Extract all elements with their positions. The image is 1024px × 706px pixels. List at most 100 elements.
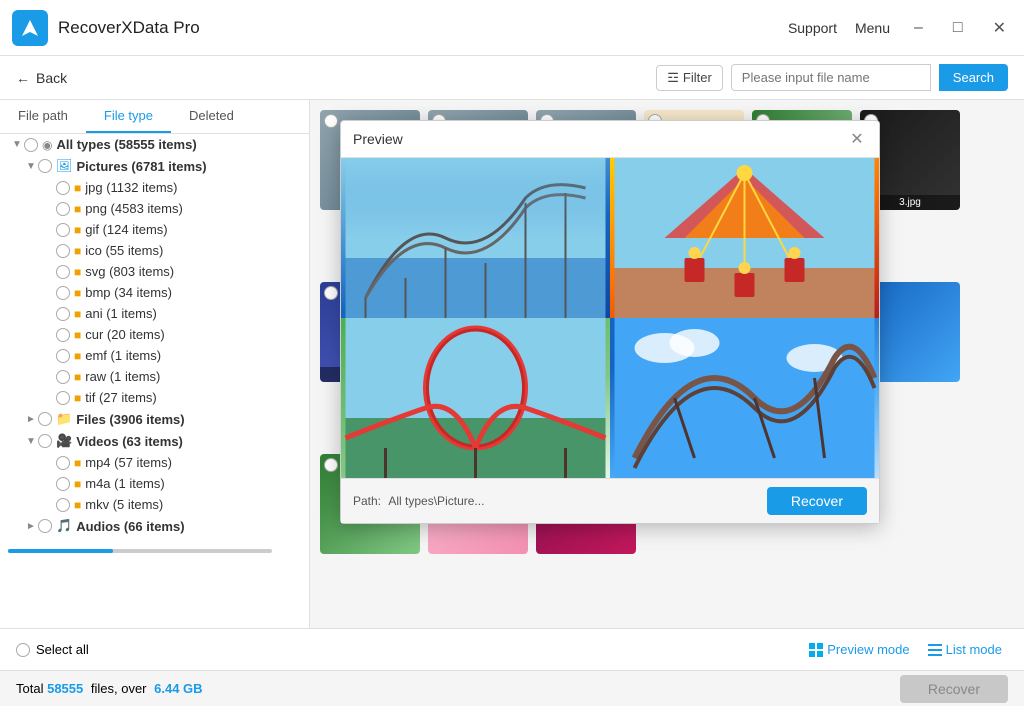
ico-icon: ■ [74,244,81,258]
titlebar-right: Support Menu – □ ✕ [788,16,1012,40]
tree-row-gif[interactable]: ■ gif (124 items) [0,219,309,240]
titlebar: RecoverXData Pro Support Menu – □ ✕ [0,0,1024,56]
tab-file-path[interactable]: File path [0,100,86,133]
preview-image-2[interactable] [610,158,879,318]
status-bar: Total 58555 files, over 6.44 GB Recover [0,670,1024,706]
preview-close-button[interactable]: ✕ [847,129,867,149]
toolbar: ← Back ☲ Filter Search [0,56,1024,100]
tree-toggle-root[interactable]: ▼ [10,139,24,150]
maximize-button[interactable]: □ [947,17,969,39]
support-link[interactable]: Support [788,20,837,36]
tree-radio-jpg[interactable] [56,181,70,195]
tree-radio-tif[interactable] [56,391,70,405]
tree-radio-bmp[interactable] [56,286,70,300]
thumb-checkbox[interactable] [324,458,338,472]
tree-label-m4a: m4a (1 items) [85,476,164,491]
tree-radio-ani[interactable] [56,307,70,321]
tree-radio-mp4[interactable] [56,456,70,470]
tree-row-emf[interactable]: ■ emf (1 items) [0,345,309,366]
filter-label: Filter [683,70,712,85]
list-mode-button[interactable]: List mode [922,639,1008,660]
search-input[interactable] [731,64,931,91]
select-all-radio[interactable] [16,643,30,657]
thumb-checkbox[interactable] [324,286,338,300]
tree-radio-audios[interactable] [38,519,52,533]
bottom-bar: Select all Preview mode List mode [0,628,1024,670]
tree-row-all-types[interactable]: ▼ ◉ All types (58555 items) [0,134,309,155]
tree-radio-cur[interactable] [56,328,70,342]
tab-file-type[interactable]: File type [86,100,171,133]
back-button[interactable]: ← Back [16,70,67,86]
tree-label-jpg: jpg (1132 items) [85,180,177,195]
tab-deleted[interactable]: Deleted [171,100,252,133]
tree-toggle-videos[interactable]: ▼ [24,436,38,447]
tree-row-tif[interactable]: ■ tif (27 items) [0,387,309,408]
search-button[interactable]: Search [939,64,1008,91]
tree-label-all-types: All types (58555 items) [56,137,196,152]
tree-radio-videos[interactable] [38,434,52,448]
close-button[interactable]: ✕ [987,16,1012,40]
files-icon: 📁 [56,411,72,427]
tif-icon: ■ [74,391,81,405]
tree-radio-root[interactable] [24,138,38,152]
tree-toggle-files[interactable]: ► [24,414,38,425]
view-modes: Preview mode List mode [803,639,1008,660]
tree-row-ico[interactable]: ■ ico (55 items) [0,240,309,261]
tree-row-mkv[interactable]: ■ mkv (5 items) [0,494,309,515]
status-size: 6.44 GB [154,681,202,696]
tree-row-files[interactable]: ► 📁 Files (3906 items) [0,408,309,430]
gif-icon: ■ [74,223,81,237]
thumb-checkbox[interactable] [324,114,338,128]
select-all-label: Select all [36,642,89,657]
tree-radio-pictures[interactable] [38,159,52,173]
tree-row-jpg[interactable]: ■ jpg (1132 items) [0,177,309,198]
filter-button[interactable]: ☲ Filter [656,65,723,91]
list-mode-label: List mode [946,642,1002,657]
tree-radio-m4a[interactable] [56,477,70,491]
tree-row-m4a[interactable]: ■ m4a (1 items) [0,473,309,494]
tree-radio-png[interactable] [56,202,70,216]
tree-row-svg[interactable]: ■ svg (803 items) [0,261,309,282]
svg-icon: ■ [74,265,81,279]
minimize-button[interactable]: – [908,17,929,39]
tree-row-pictures[interactable]: ▼ 🖼 Pictures (6781 items) [0,155,309,177]
tree-row-cur[interactable]: ■ cur (20 items) [0,324,309,345]
png-icon: ■ [74,202,81,216]
preview-footer: Path: All types\Picture... Recover [341,478,879,523]
select-all-control[interactable]: Select all [16,642,89,657]
preview-image-placeholder-4 [610,318,879,478]
preview-mode-label: Preview mode [827,642,909,657]
tree-label-mkv: mkv (5 items) [85,497,163,512]
preview-image-3[interactable] [341,318,610,478]
tree-radio-files[interactable] [38,412,52,426]
app-title: RecoverXData Pro [58,18,200,38]
tree-row-png[interactable]: ■ png (4583 items) [0,198,309,219]
tree-row-raw[interactable]: ■ raw (1 items) [0,366,309,387]
tree-label-files: Files (3906 items) [76,412,184,427]
tree-radio-raw[interactable] [56,370,70,384]
tree-radio-svg[interactable] [56,265,70,279]
tree-row-mp4[interactable]: ■ mp4 (57 items) [0,452,309,473]
tree-label-gif: gif (124 items) [85,222,167,237]
menu-link[interactable]: Menu [855,20,890,36]
preview-image-1[interactable] [341,158,610,318]
recover-button-preview[interactable]: Recover [767,487,867,515]
tree-radio-emf[interactable] [56,349,70,363]
preview-mode-button[interactable]: Preview mode [803,639,915,660]
tree-radio-mkv[interactable] [56,498,70,512]
tree-toggle-audios[interactable]: ► [24,521,38,532]
bmp-icon: ■ [74,286,81,300]
tree-row-bmp[interactable]: ■ bmp (34 items) [0,282,309,303]
tree-label-png: png (4583 items) [85,201,183,216]
audios-icon: 🎵 [56,518,72,534]
tree-radio-ico[interactable] [56,244,70,258]
tree-row-ani[interactable]: ■ ani (1 items) [0,303,309,324]
ani-icon: ■ [74,307,81,321]
status-mid: files, over [91,681,147,696]
tree-row-audios[interactable]: ► 🎵 Audios (66 items) [0,515,309,537]
preview-image-4[interactable] [610,318,879,478]
tree-radio-gif[interactable] [56,223,70,237]
tree-toggle-pictures[interactable]: ▼ [24,161,38,172]
tree-label-cur: cur (20 items) [85,327,164,342]
tree-row-videos[interactable]: ▼ 🎥 Videos (63 items) [0,430,309,452]
